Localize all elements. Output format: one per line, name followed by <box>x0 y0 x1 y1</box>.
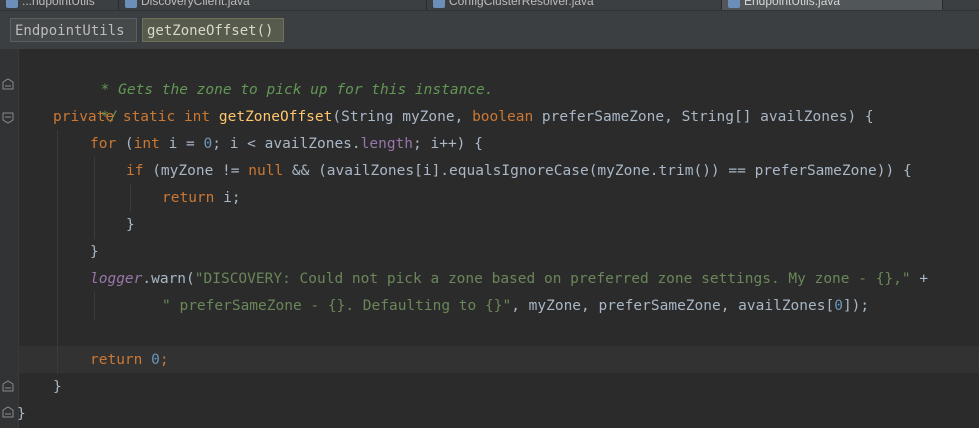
code-line: } <box>90 239 99 266</box>
breadcrumb-class[interactable]: EndpointUtils <box>10 18 137 42</box>
keyword: return <box>90 352 152 368</box>
code-line-current: return 0; <box>90 347 169 374</box>
brace: } <box>126 217 135 233</box>
editor-tab-bar: ...ndpointUtils DiscoveryClient.java Con… <box>0 0 979 10</box>
indent-guide <box>57 130 58 374</box>
fold-end-icon[interactable] <box>2 380 14 392</box>
brace: } <box>17 406 26 422</box>
code-line: logger.warn("DISCOVERY: Could not pick a… <box>90 266 928 293</box>
code-line: " preferSameZone - {}. Defaulting to {}"… <box>162 293 869 320</box>
java-file-icon <box>433 0 445 8</box>
code-line: } <box>126 212 135 239</box>
code-text: i = <box>168 136 204 152</box>
fold-start-icon[interactable] <box>2 112 14 124</box>
tab-label: ...ndpointUtils <box>22 0 95 8</box>
code-line: if (myZone != null && (availZones[i].equ… <box>126 158 912 185</box>
method-name: getZoneOffset <box>218 109 333 125</box>
code-line: * Gets the zone to pick up for this inst… <box>57 50 494 98</box>
editor-tab[interactable]: ...ndpointUtils <box>0 0 119 10</box>
editor-tab-active[interactable]: EndpointUtils.java <box>722 0 943 10</box>
tab-label: EndpointUtils.java <box>744 0 841 8</box>
java-file-icon <box>125 0 137 8</box>
code-text: .warn( <box>142 271 195 287</box>
keyword: private static int <box>53 109 219 125</box>
code-text: (myZone != <box>152 163 249 179</box>
string-literal: "DISCOVERY: Could not pick a zone based … <box>194 271 911 287</box>
code-text: ( <box>124 136 134 152</box>
field-name: length <box>360 136 414 152</box>
number-literal: 0 <box>151 352 160 368</box>
code-editor[interactable]: * Gets the zone to pick up for this inst… <box>0 49 979 428</box>
code-text: && (availZones[i].equalsIgnoreCase(myZon… <box>291 163 912 179</box>
code-line: return i; <box>162 185 241 212</box>
code-line: private static int getZoneOffset(String … <box>53 104 874 131</box>
code-line: } <box>17 401 26 428</box>
doc-comment: * Gets the zone to pick up for this inst… <box>91 82 494 98</box>
string-literal: " preferSameZone - {}. Defaulting to {}" <box>162 298 512 314</box>
editor-tab[interactable]: ConfigClusterResolver.java <box>427 0 722 10</box>
code-text: , myZone, preferSameZone, availZones[ <box>511 298 835 314</box>
indent-guide <box>94 292 95 320</box>
code-line: for (int i = 0; i < availZones.length; i… <box>90 131 483 158</box>
keyword: boolean <box>472 109 542 125</box>
code-line: } <box>53 374 62 401</box>
breadcrumb-method[interactable]: getZoneOffset() <box>142 18 284 42</box>
keyword: int <box>133 136 169 152</box>
editor-gutter <box>0 49 18 428</box>
java-file-icon <box>6 0 18 8</box>
tab-label: ConfigClusterResolver.java <box>449 0 594 8</box>
breadcrumb: EndpointUtils getZoneOffset() <box>0 11 979 49</box>
fold-end-icon[interactable] <box>2 406 14 418</box>
code-text: (String myZone, <box>332 109 473 125</box>
keyword: if <box>126 163 153 179</box>
code-text: i; <box>223 190 241 206</box>
keyword: for <box>90 136 125 152</box>
brace: } <box>53 379 62 395</box>
brace: } <box>90 244 99 260</box>
number-literal: 0 <box>203 136 213 152</box>
code-text: + <box>910 271 929 287</box>
indent-guide <box>130 184 131 211</box>
code-text: ; i < availZones. <box>212 136 361 152</box>
logger-field: logger <box>90 271 143 287</box>
semicolon: ; <box>159 352 169 368</box>
code-text: ; i++) { <box>413 136 483 152</box>
number-literal: 0 <box>834 298 843 314</box>
code-line: */ <box>57 77 118 125</box>
code-text: ]); <box>842 298 870 314</box>
fold-end-icon[interactable] <box>2 78 14 90</box>
editor-tab[interactable]: DiscoveryClient.java <box>119 0 427 10</box>
indent-guide <box>94 157 95 239</box>
keyword: return <box>162 190 224 206</box>
tab-label: DiscoveryClient.java <box>141 0 250 8</box>
keyword: null <box>248 163 292 179</box>
code-text: preferSameZone, String[] availZones) { <box>541 109 874 125</box>
java-file-icon <box>728 0 740 8</box>
